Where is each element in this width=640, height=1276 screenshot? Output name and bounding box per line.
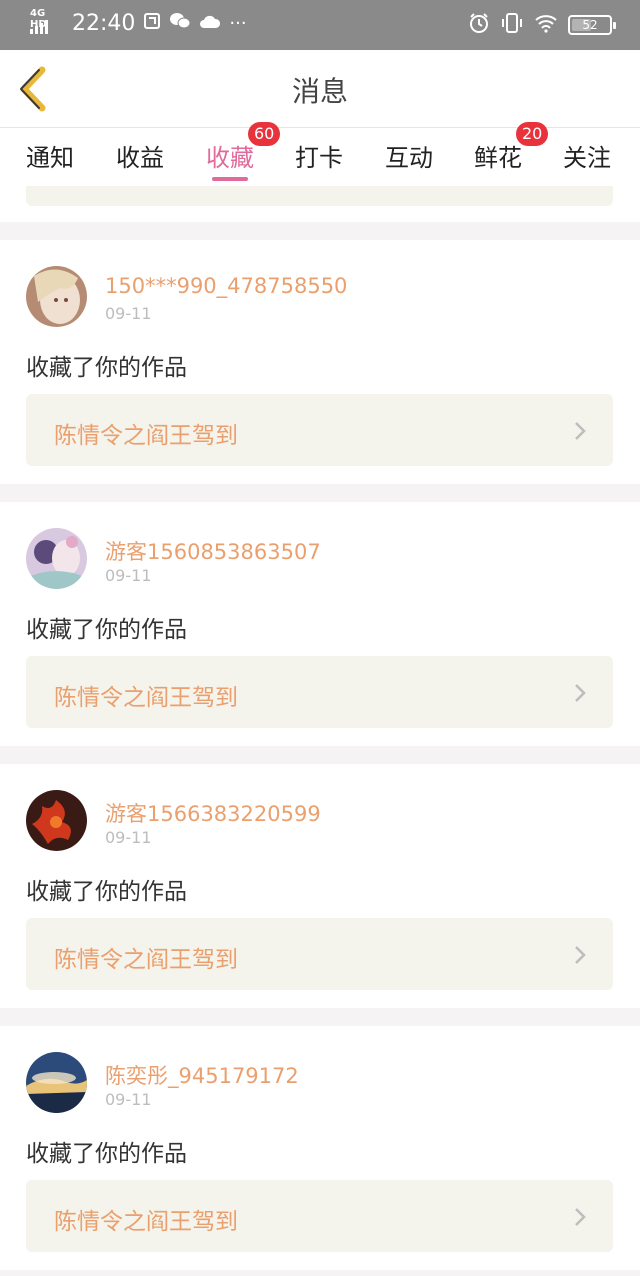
nav-bar: 消息 (0, 50, 640, 128)
work-link[interactable]: 陈情令之阎王驾到 (26, 918, 613, 990)
more-dots-icon: ··· (229, 12, 247, 34)
tab-notification[interactable]: 通知 (26, 138, 74, 173)
work-title: 陈情令之阎王驾到 (54, 685, 238, 711)
chevron-right-icon (575, 422, 586, 440)
message-card-partial (0, 186, 640, 222)
message-date: 09-11 (105, 566, 152, 585)
tab-favorites[interactable]: 收藏 60 (206, 122, 281, 173)
message-date: 09-11 (105, 304, 152, 323)
tab-label: 收藏 (206, 144, 254, 172)
message-text: 收藏了你的作品 (26, 617, 187, 643)
message-card: 游客1566383220599 09-11 收藏了你的作品 陈情令之阎王驾到 (0, 764, 640, 1008)
message-card: 陈奕彤_945179172 09-11 收藏了你的作品 陈情令之阎王驾到 (0, 1026, 640, 1270)
vibrate-icon (500, 12, 524, 38)
user-name[interactable]: 游客1566383220599 (105, 798, 321, 828)
status-time: 22:40 (72, 10, 136, 36)
work-title: 陈情令之阎王驾到 (54, 1209, 238, 1235)
tab-label: 打卡 (295, 144, 343, 172)
tab-label: 鲜花 (474, 144, 522, 172)
work-link[interactable]: 陈情令之阎王驾到 (26, 394, 613, 466)
tab-label: 通知 (26, 144, 74, 172)
message-text: 收藏了你的作品 (26, 1141, 187, 1167)
avatar[interactable] (26, 266, 87, 327)
work-link[interactable]: 陈情令之阎王驾到 (26, 1180, 613, 1252)
message-date: 09-11 (105, 828, 152, 847)
message-date: 09-11 (105, 1090, 152, 1109)
avatar[interactable] (26, 1052, 87, 1113)
work-title: 陈情令之阎王驾到 (54, 947, 238, 973)
user-name[interactable]: 陈奕彤_945179172 (105, 1060, 299, 1090)
tab-label: 互动 (385, 144, 433, 172)
work-title: 陈情令之阎王驾到 (54, 423, 238, 449)
page-title: 消息 (291, 75, 348, 108)
tab-label: 关注 (563, 144, 611, 172)
tab-earnings[interactable]: 收益 (116, 138, 164, 173)
message-card: 150***990_478758550 09-11 收藏了你的作品 陈情令之阎王… (0, 240, 640, 484)
favorites-badge: 60 (248, 122, 281, 146)
active-tab-indicator (212, 177, 248, 181)
avatar[interactable] (26, 528, 87, 589)
chevron-right-icon (575, 946, 586, 964)
signal-icon: 4G HD (28, 8, 58, 36)
message-text: 收藏了你的作品 (26, 879, 187, 905)
user-name[interactable]: 150***990_478758550 (105, 274, 347, 298)
alarm-icon (468, 12, 490, 38)
message-text: 收藏了你的作品 (26, 355, 187, 381)
user-name[interactable]: 游客1560853863507 (105, 536, 321, 566)
sim-icon (143, 12, 161, 34)
chevron-right-icon (575, 684, 586, 702)
tab-flowers[interactable]: 鲜花 20 (474, 122, 549, 173)
avatar[interactable] (26, 790, 87, 851)
tab-label: 收益 (116, 144, 164, 172)
cloud-icon (199, 13, 221, 33)
tab-checkin[interactable]: 打卡 (295, 138, 343, 173)
chevron-right-icon (575, 1208, 586, 1226)
flowers-badge: 20 (516, 122, 549, 146)
wifi-icon (534, 13, 558, 37)
battery-level: 52 (582, 18, 598, 32)
status-bar: 4G HD 22:40 ··· 52 (0, 0, 640, 50)
tab-interaction[interactable]: 互动 (385, 138, 433, 173)
battery-icon: 52 (568, 15, 616, 35)
tab-bar: 通知 收益 收藏 60 打卡 互动 鲜花 20 关注 (0, 122, 640, 186)
work-link-partial[interactable] (26, 186, 613, 206)
wechat-icon (169, 12, 191, 34)
work-link[interactable]: 陈情令之阎王驾到 (26, 656, 613, 728)
tab-follow[interactable]: 关注 (563, 138, 611, 173)
message-card: 游客1560853863507 09-11 收藏了你的作品 陈情令之阎王驾到 (0, 502, 640, 746)
